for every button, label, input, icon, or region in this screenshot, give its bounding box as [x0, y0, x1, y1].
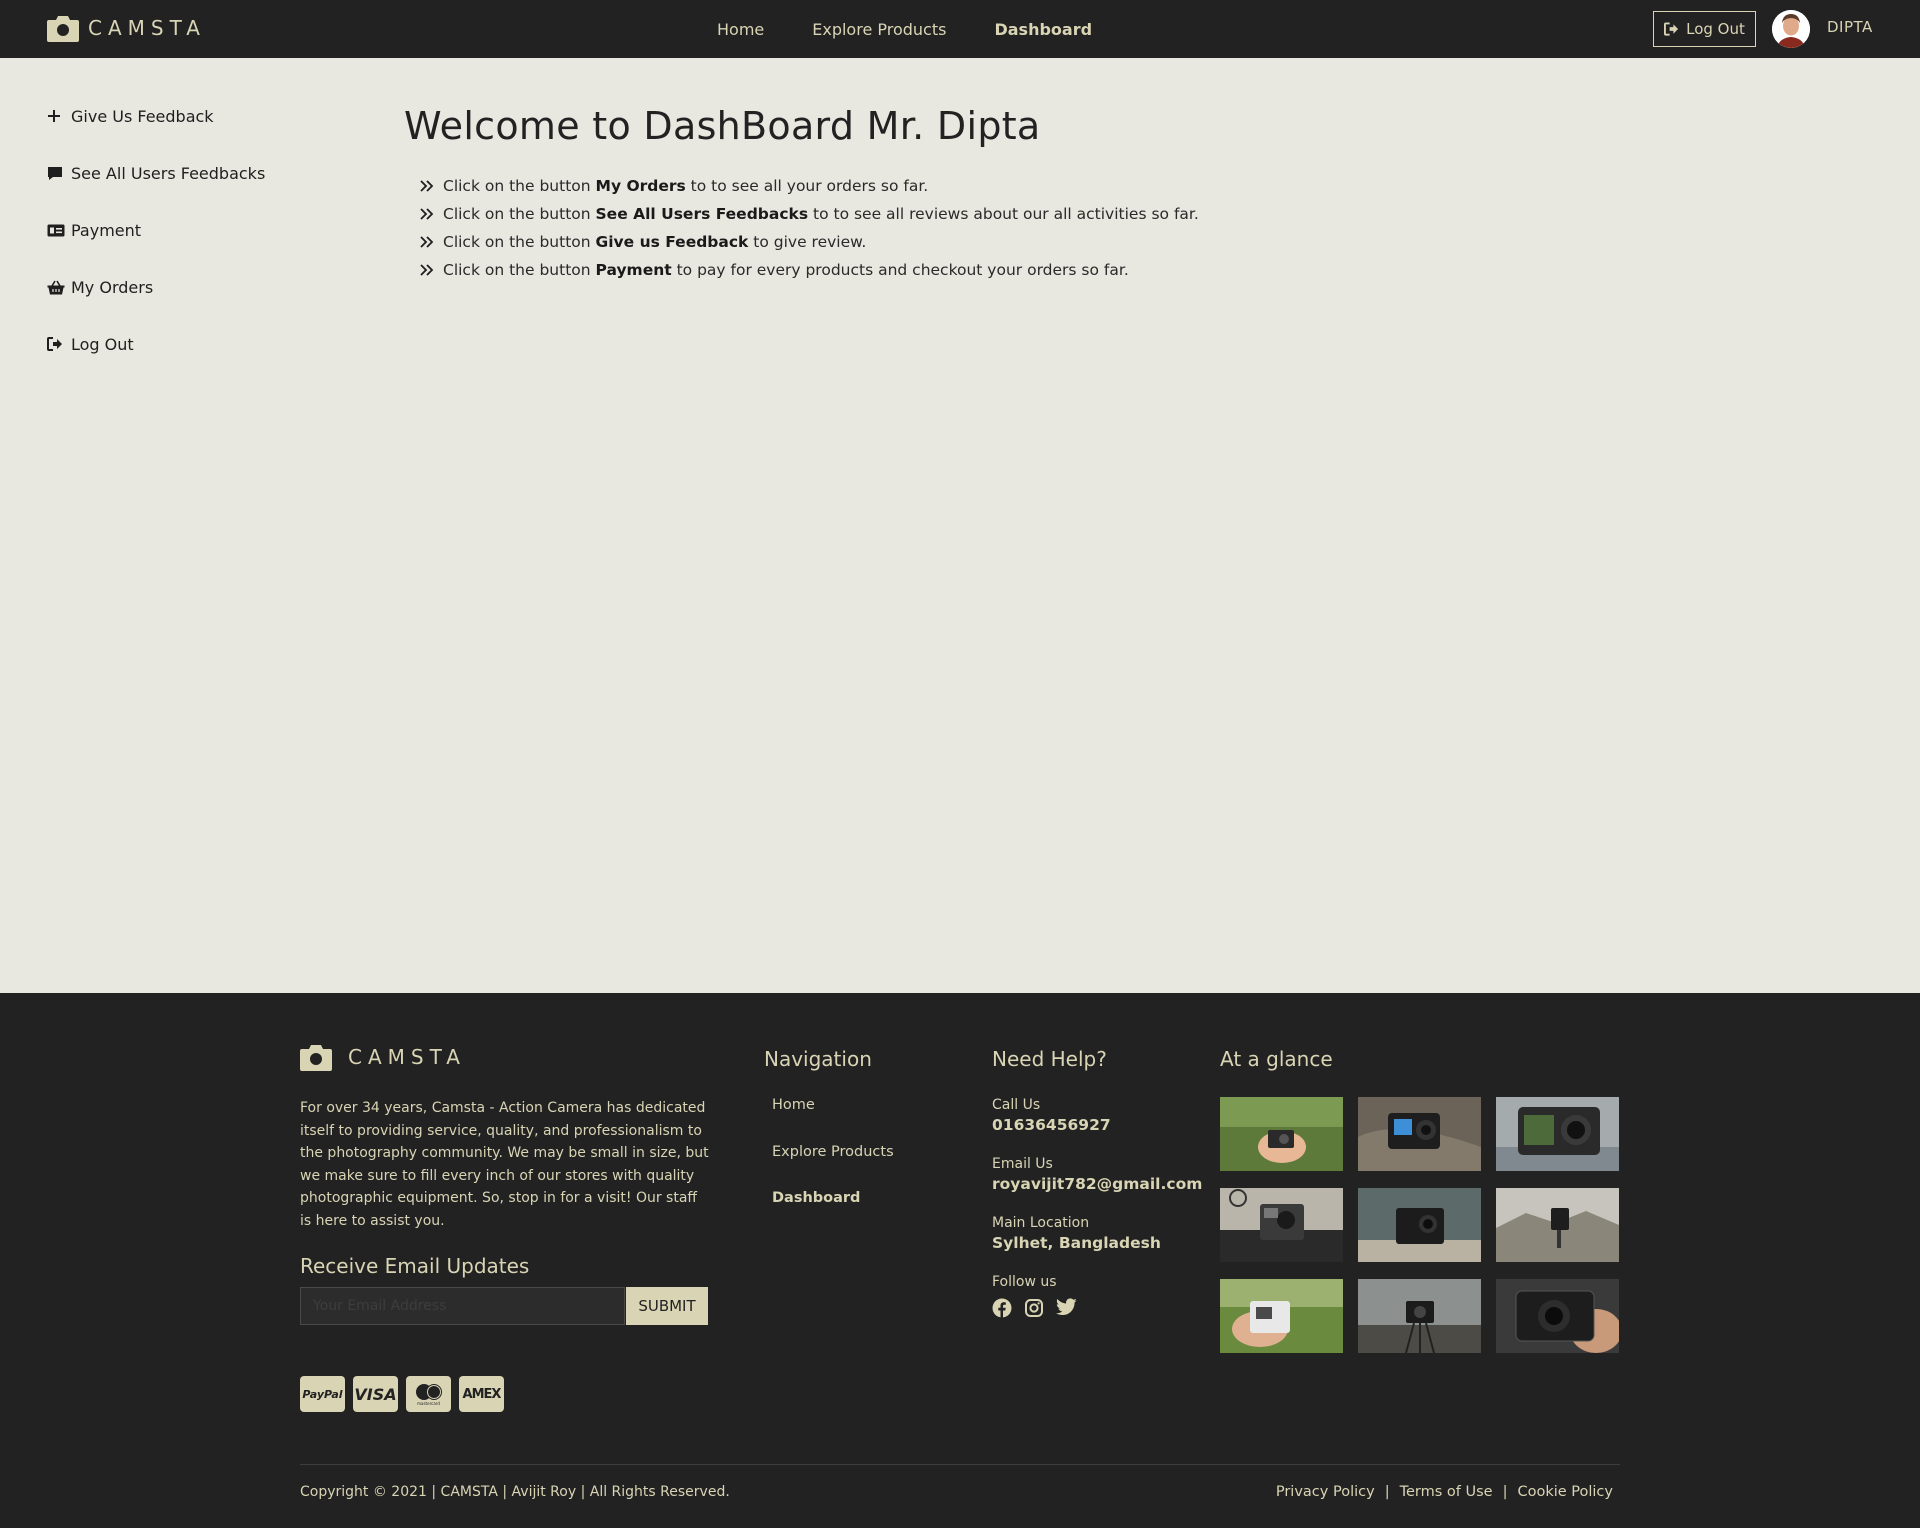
help-info: Call Us 01636456927 Email Us royavijit78… — [992, 1097, 1202, 1340]
gallery-image[interactable] — [1358, 1279, 1481, 1353]
double-chevron-right-icon — [420, 180, 434, 192]
terms-of-use-link[interactable]: Terms of Use — [1400, 1484, 1493, 1500]
sidebar-item-label: See All Users Feedbacks — [71, 163, 266, 183]
about-text: For over 34 years, Camsta - Action Camer… — [300, 1100, 709, 1229]
footer-brand-logo[interactable]: CAMSTA — [300, 1043, 466, 1071]
tip-button-name: See All Users Feedbacks — [595, 205, 809, 223]
logout-label: Log Out — [1686, 20, 1745, 38]
submit-button[interactable]: SUBMIT — [626, 1287, 708, 1325]
social-links — [992, 1298, 1202, 1318]
list-item: Click on the button My Orders to to see … — [420, 172, 1804, 200]
location-label: Main Location — [992, 1215, 1090, 1231]
page-title: Welcome to DashBoard Mr. Dipta — [404, 104, 1041, 148]
logout-icon — [47, 337, 65, 351]
nav-home[interactable]: Home — [717, 20, 764, 39]
gallery-image[interactable] — [1220, 1097, 1343, 1171]
sidebar-item-label: Payment — [71, 220, 142, 240]
footer-brand-name: CAMSTA — [348, 1045, 466, 1069]
follow-label: Follow us — [992, 1274, 1057, 1290]
username[interactable]: DIPTA — [1827, 18, 1873, 36]
list-item: Click on the button See All Users Feedba… — [420, 200, 1804, 228]
main-nav: Home Explore Products Dashboard — [717, 0, 1140, 58]
tip-button-name: My Orders — [595, 177, 686, 195]
plus-icon — [47, 109, 65, 123]
sidebar-item-log-out[interactable]: Log Out — [47, 332, 327, 356]
email-input[interactable] — [300, 1287, 625, 1325]
site-footer: CAMSTA For over 34 years, Camsta - Actio… — [0, 993, 1920, 1528]
tip-button-name: Payment — [595, 261, 672, 279]
sidebar-item-my-orders[interactable]: My Orders — [47, 275, 327, 299]
avatar-image — [1772, 10, 1810, 48]
visa-icon: VISA — [353, 1376, 398, 1412]
phone-number[interactable]: 01636456927 — [992, 1116, 1202, 1134]
gallery-image[interactable] — [1496, 1188, 1619, 1262]
double-chevron-right-icon — [420, 236, 434, 248]
gallery-image[interactable] — [1496, 1097, 1619, 1171]
money-card-icon — [47, 224, 65, 237]
instagram-icon[interactable] — [1024, 1298, 1044, 1318]
location-value: Sylhet, Bangladesh — [992, 1234, 1161, 1252]
gallery-image[interactable] — [1496, 1279, 1619, 1353]
user-avatar[interactable] — [1772, 10, 1810, 48]
gallery-image[interactable] — [1358, 1097, 1481, 1171]
sidebar-item-label: Log Out — [71, 334, 134, 354]
sidebar-item-label: Give Us Feedback — [71, 106, 214, 126]
footer-navigation: Home Explore Products Dashboard — [772, 1097, 894, 1237]
amex-icon: AMEX — [459, 1376, 504, 1412]
sidebar-item-give-feedback[interactable]: Give Us Feedback — [47, 104, 327, 128]
nav-explore-products[interactable]: Explore Products — [812, 20, 946, 39]
sidebar-item-payment[interactable]: Payment — [47, 218, 327, 242]
sidebar-item-label: My Orders — [71, 277, 154, 297]
photo-gallery — [1220, 1097, 1619, 1353]
list-item: Click on the button Give us Feedback to … — [420, 228, 1804, 256]
basket-icon — [47, 280, 65, 295]
double-chevron-right-icon — [420, 208, 434, 220]
camera-icon — [300, 1045, 332, 1071]
footer-divider — [300, 1464, 1620, 1465]
logout-icon — [1664, 22, 1679, 36]
cookie-policy-link[interactable]: Cookie Policy — [1517, 1484, 1613, 1500]
gallery-image[interactable] — [1220, 1279, 1343, 1353]
twitter-icon[interactable] — [1056, 1298, 1077, 1316]
subscribe-form: SUBMIT — [300, 1287, 708, 1325]
logout-button[interactable]: Log Out — [1653, 11, 1756, 47]
footer-nav-dashboard[interactable]: Dashboard — [772, 1190, 894, 1237]
brand-logo[interactable]: CAMSTA — [47, 14, 206, 42]
footer-nav-home[interactable]: Home — [772, 1097, 894, 1144]
tip-button-name: Give us Feedback — [595, 233, 749, 251]
subscribe-heading: Receive Email Updates — [300, 1254, 530, 1278]
comment-icon — [47, 166, 65, 181]
mastercard-icon: mastercard — [406, 1376, 451, 1412]
help-heading: Need Help? — [992, 1047, 1107, 1071]
double-chevron-right-icon — [420, 264, 434, 276]
gallery-image[interactable] — [1220, 1188, 1343, 1262]
footer-nav-explore-products[interactable]: Explore Products — [772, 1144, 894, 1191]
gallery-image[interactable] — [1358, 1188, 1481, 1262]
sidebar-item-all-feedbacks[interactable]: See All Users Feedbacks — [47, 161, 327, 185]
instructions-list: Click on the button My Orders to to see … — [420, 172, 1804, 284]
dashboard-main: Welcome to DashBoard Mr. Dipta Click on … — [404, 104, 1804, 284]
brand-name: CAMSTA — [88, 16, 206, 40]
list-item: Click on the button Payment to pay for e… — [420, 256, 1804, 284]
separator: | — [1502, 1484, 1508, 1500]
top-navbar: CAMSTA Home Explore Products Dashboard L… — [0, 0, 1920, 58]
privacy-policy-link[interactable]: Privacy Policy — [1276, 1484, 1375, 1500]
email-label: Email Us — [992, 1156, 1053, 1172]
glance-heading: At a glance — [1220, 1047, 1333, 1071]
camera-icon — [47, 16, 79, 42]
paypal-icon: PayPal — [300, 1376, 345, 1412]
legal-links: Privacy Policy | Terms of Use | Cookie P… — [1276, 1484, 1613, 1500]
nav-dashboard[interactable]: Dashboard — [994, 20, 1092, 39]
copyright-text: Copyright © 2021 | CAMSTA | Avijit Roy |… — [300, 1484, 730, 1500]
separator: | — [1384, 1484, 1390, 1500]
payment-cards: PayPal VISA mastercard AMEX — [300, 1376, 504, 1412]
navigation-heading: Navigation — [764, 1047, 872, 1071]
call-label: Call Us — [992, 1097, 1041, 1113]
facebook-icon[interactable] — [992, 1298, 1012, 1318]
email-address[interactable]: royavijit782@gmail.com — [992, 1175, 1202, 1193]
dashboard-sidebar: Give Us Feedback See All Users Feedbacks… — [47, 104, 327, 389]
